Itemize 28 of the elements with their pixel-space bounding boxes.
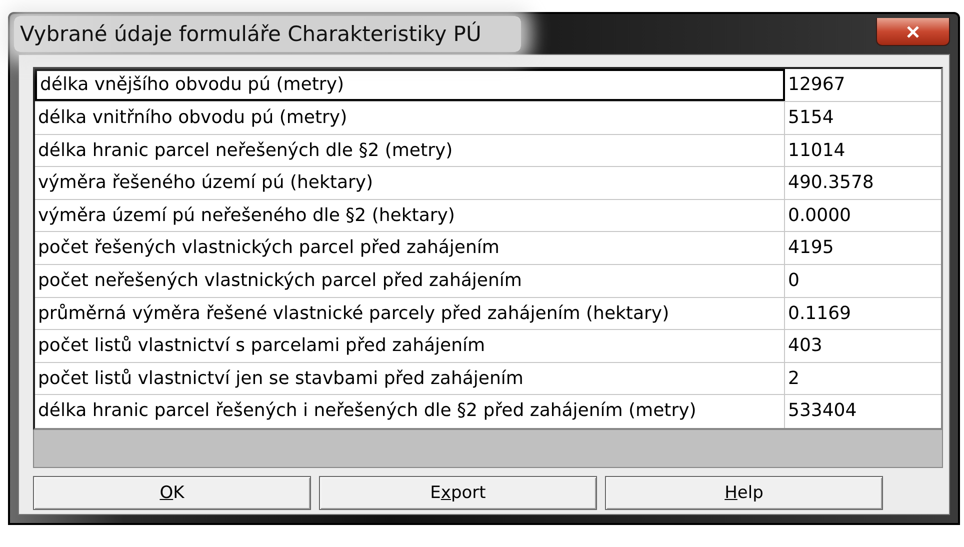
- dialog-button[interactable]: Help: [605, 476, 883, 510]
- table-cell[interactable]: délka vnitřního obvodu pú (metry): [35, 102, 785, 134]
- table-cell-text: 533404: [787, 399, 858, 424]
- table-cell-text: 11014: [787, 138, 846, 163]
- table-cell[interactable]: délka vnějšího obvodu pú (metry): [35, 69, 785, 102]
- table-cell-text: 2: [787, 366, 800, 391]
- dialog-button[interactable]: Export: [319, 476, 597, 510]
- table-cell[interactable]: počet řešených vlastnických parcel před zahájením: [35, 232, 785, 264]
- table-cell-text: 4195: [787, 236, 835, 260]
- dialog-button[interactable]: OK: [33, 476, 311, 510]
- table-cell-text: 403: [787, 334, 824, 358]
- table-cell[interactable]: výměra řešeného území pú (hektary): [35, 167, 785, 199]
- table-cell[interactable]: průměrná výměra řešené vlastnické parcely před zahájením (hektary): [35, 298, 785, 330]
- table-cell-text: 0: [787, 269, 800, 294]
- table-cell[interactable]: počet listů vlastnictví jen se stavbami před zahájením: [35, 362, 785, 394]
- table-cell[interactable]: výměra území pú neřešeného dle §2 (hektary): [35, 200, 785, 232]
- close-button[interactable]: [876, 18, 950, 46]
- table-cell[interactable]: délka hranic parcel řešených i neřešených dle §2 před zahájením (metry): [35, 395, 785, 428]
- table-cell-text: 0.0000: [787, 204, 852, 228]
- table-cell-text: 0.1169: [787, 302, 852, 326]
- table-cell[interactable]: počet listů vlastnictví s parcelami před zahájením: [35, 330, 785, 362]
- table-cell[interactable]: délka hranic parcel neřešených dle §2 (metry): [35, 134, 785, 166]
- window-title: Vybrané údaje formuláře Charakteristiky PÚ: [14, 16, 522, 52]
- table-cell-text: 12967: [787, 73, 846, 98]
- close-icon: [906, 26, 920, 38]
- table-cell-text: 5154: [787, 106, 835, 130]
- table-cell-text: 490.3578: [787, 171, 875, 196]
- table-cell[interactable]: počet neřešených vlastnických parcel před zahájením: [35, 265, 785, 297]
